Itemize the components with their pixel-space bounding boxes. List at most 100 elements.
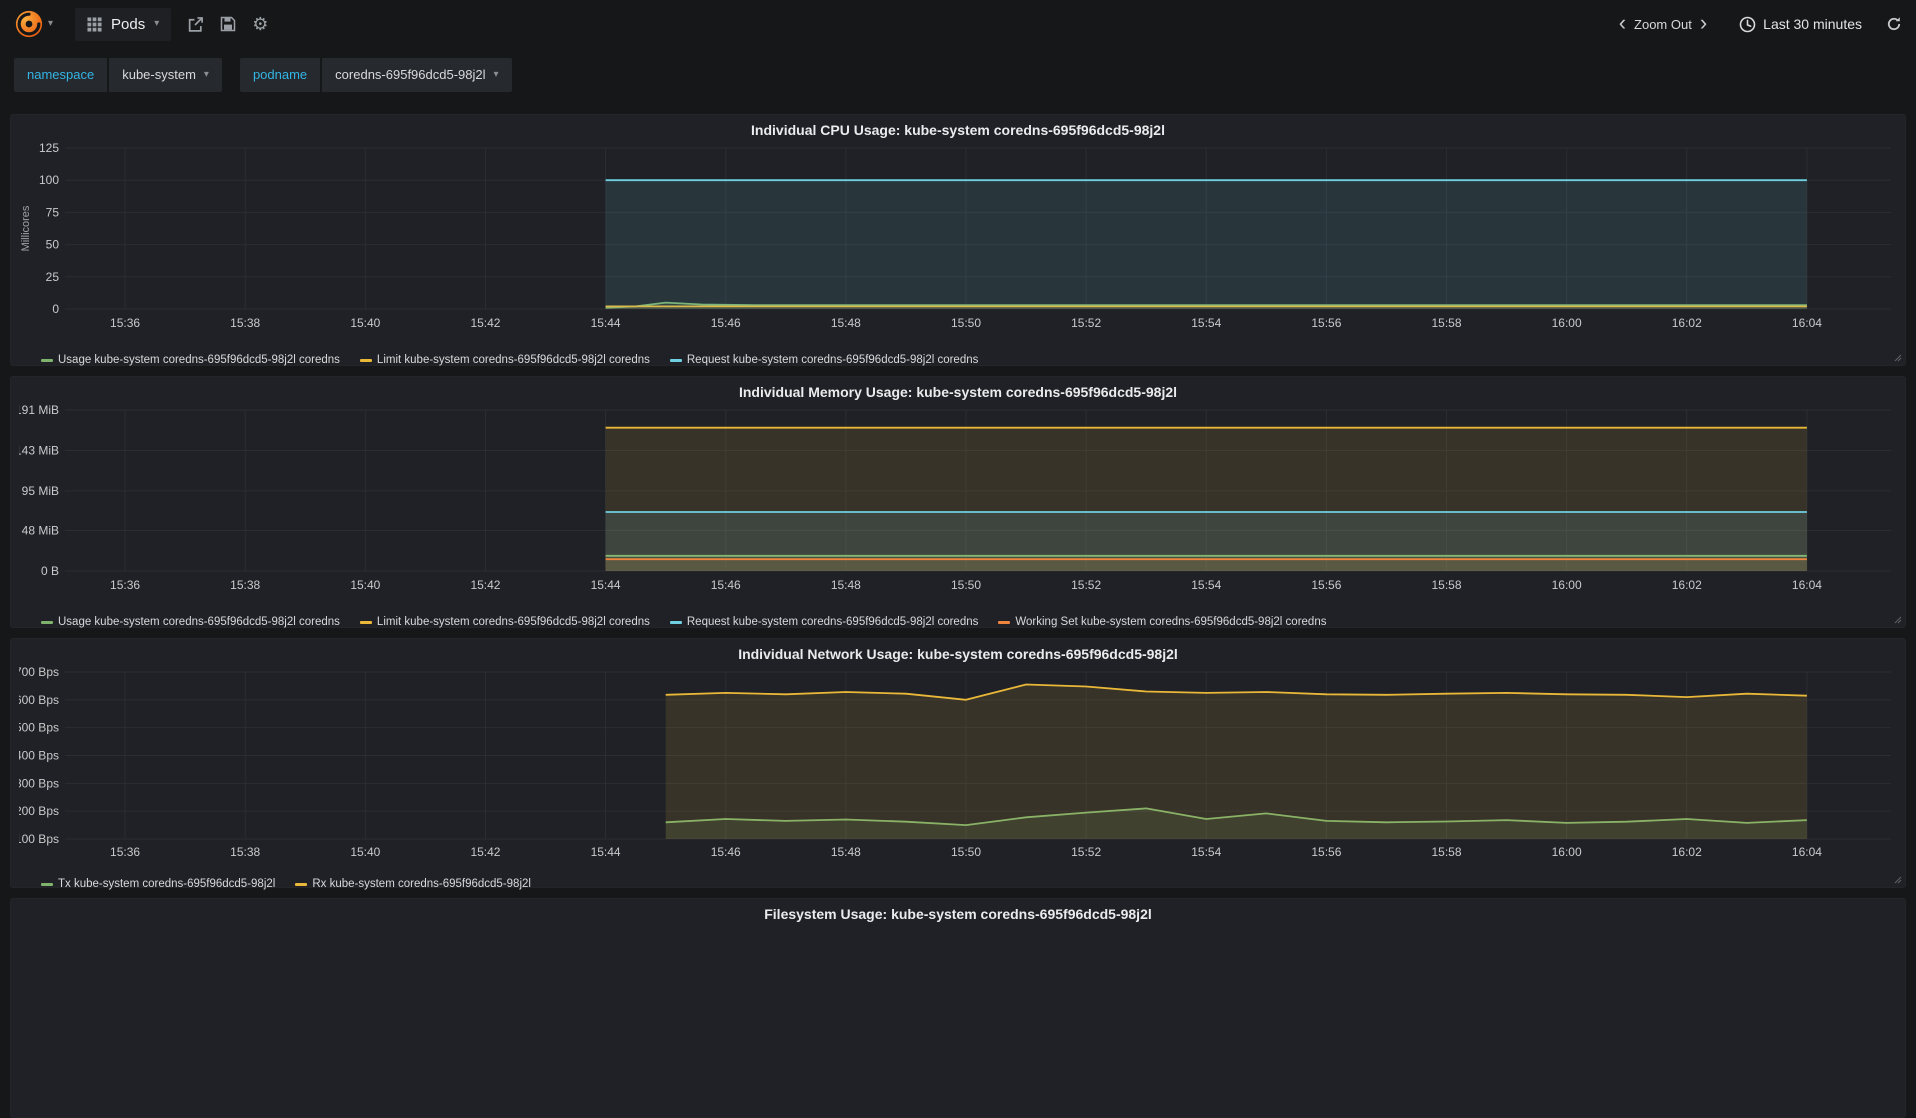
y-tick-label: 300 Bps: [19, 776, 59, 790]
panel-title[interactable]: Filesystem Usage: kube-system coredns-69…: [19, 901, 1897, 927]
legend-item[interactable]: Working Set kube-system coredns-695f96dc…: [998, 616, 1326, 628]
panel-network: Individual Network Usage: kube-system co…: [10, 638, 1906, 890]
x-tick-label: 15:40: [350, 578, 380, 592]
legend-series-name: Request kube-system coredns-695f96dcd5-9…: [686, 616, 979, 628]
panel-resize-handle[interactable]: [1893, 615, 1902, 624]
dashboard-picker[interactable]: Pods ▾: [75, 7, 172, 41]
chevron-down-icon: ▾: [493, 69, 499, 80]
series-fill-2: [605, 180, 1807, 309]
y-tick-label: 500 Bps: [19, 721, 59, 735]
x-tick-label: 15:48: [831, 578, 861, 592]
x-tick-label: 16:02: [1672, 578, 1702, 592]
variable-namespace-value: kube-system: [122, 67, 196, 82]
memory-legend: Usage kube-system coredns-695f96dcd5-98j…: [41, 610, 1897, 634]
legend-item[interactable]: Request kube-system coredns-695f96dcd5-9…: [669, 616, 979, 628]
y-tick-label: 125: [39, 143, 59, 155]
time-shift-forward-button[interactable]: ›: [1694, 11, 1713, 34]
variable-podname-value: coredns-695f96dcd5-98j2l: [335, 67, 486, 82]
panel-filesystem: Filesystem Usage: kube-system coredns-69…: [10, 898, 1906, 1118]
network-usage-chart[interactable]: 15:36 15:38 15:40 15:42 15:44 15:46 15:48 15:50…: [15, 665, 1899, 867]
x-tick-label: 16:04: [1792, 316, 1822, 330]
legend-series-color: [41, 620, 53, 624]
x-tick-label: 16:04: [1792, 578, 1822, 592]
panel-resize-handle[interactable]: [1893, 353, 1902, 362]
time-range-label: Last 30 minutes: [1763, 16, 1862, 32]
x-tick-label: 15:46: [711, 578, 741, 592]
x-tick-label: 15:38: [230, 845, 260, 859]
legend-item[interactable]: Rx kube-system coredns-695f96dcd5-98j2l: [295, 878, 531, 890]
gear-icon: ⚙: [252, 14, 269, 34]
legend-item[interactable]: Tx kube-system coredns-695f96dcd5-98j2l: [41, 878, 275, 890]
x-tick-label: 15:52: [1071, 578, 1101, 592]
grafana-menu-button[interactable]: ▾: [14, 9, 53, 39]
x-tick-label: 16:00: [1552, 316, 1582, 330]
y-tick-label: 48 MiB: [22, 524, 59, 538]
x-tick-label: 15:38: [230, 578, 260, 592]
legend-series-color: [41, 358, 53, 362]
grafana-logo-icon: [15, 10, 43, 38]
x-tick-label: 15:46: [711, 316, 741, 330]
legend-item[interactable]: Usage kube-system coredns-695f96dcd5-98j…: [41, 616, 340, 628]
variable-podname-select[interactable]: coredns-695f96dcd5-98j2l ▾: [322, 58, 512, 92]
legend-series-color: [669, 358, 682, 362]
x-tick-label: 16:04: [1792, 845, 1822, 859]
legend-item[interactable]: Limit kube-system coredns-695f96dcd5-98j…: [359, 616, 650, 628]
panel-title[interactable]: Individual Network Usage: kube-system co…: [19, 641, 1897, 667]
panel-title[interactable]: Individual CPU Usage: kube-system coredn…: [19, 117, 1897, 143]
y-tick-label: 400 Bps: [19, 749, 59, 763]
settings-button[interactable]: ⚙: [252, 15, 268, 33]
series-fill-3: [605, 559, 1807, 571]
dashboard-body: Individual CPU Usage: kube-system coredn…: [0, 102, 1916, 1118]
x-tick-label: 15:56: [1311, 316, 1341, 330]
x-tick-label: 15:54: [1191, 845, 1221, 859]
time-shift-back-button[interactable]: ‹: [1613, 11, 1632, 34]
dashboard-grid-icon: [87, 16, 102, 32]
legend-series-color: [295, 882, 308, 886]
legend-item[interactable]: Usage kube-system coredns-695f96dcd5-98j…: [41, 354, 340, 366]
variable-podname-label: podname: [239, 58, 321, 92]
x-tick-label: 15:42: [470, 578, 500, 592]
x-tick-label: 15:42: [470, 845, 500, 859]
chevron-down-icon: ▾: [154, 18, 160, 29]
memory-usage-chart[interactable]: 15:36 15:38 15:40 15:42 15:44 15:46 15:48 15:50…: [15, 403, 1899, 605]
panel-resize-handle[interactable]: [1893, 875, 1902, 884]
x-tick-label: 15:54: [1191, 578, 1221, 592]
x-tick-label: 15:36: [110, 316, 140, 330]
x-tick-label: 15:54: [1191, 316, 1221, 330]
panel-title[interactable]: Individual Memory Usage: kube-system cor…: [19, 379, 1897, 405]
x-tick-label: 15:48: [831, 845, 861, 859]
x-tick-label: 15:50: [951, 845, 981, 859]
y-tick-label: 191 MiB: [19, 405, 59, 417]
y-tick-label: 100 Bps: [19, 832, 59, 846]
legend-item[interactable]: Limit kube-system coredns-695f96dcd5-98j…: [359, 354, 650, 366]
legend-series-name: Limit kube-system coredns-695f96dcd5-98j…: [376, 354, 650, 366]
zoom-out-button[interactable]: Zoom Out: [1632, 17, 1694, 32]
refresh-button[interactable]: [1886, 16, 1902, 32]
x-tick-label: 15:58: [1431, 578, 1461, 592]
y-axis-title: Millicores: [20, 205, 32, 251]
legend-series-color: [998, 620, 1011, 624]
x-tick-label: 15:52: [1071, 316, 1101, 330]
legend-item[interactable]: Request kube-system coredns-695f96dcd5-9…: [669, 354, 978, 366]
legend-series-name: Limit kube-system coredns-695f96dcd5-98j…: [376, 616, 650, 628]
x-tick-label: 15:58: [1431, 316, 1461, 330]
chevron-down-icon: ▾: [48, 18, 54, 29]
share-button[interactable]: [187, 16, 204, 33]
x-tick-label: 15:44: [591, 316, 621, 330]
dashboard-title: Pods: [111, 15, 146, 33]
cpu-legend: Usage kube-system coredns-695f96dcd5-98j…: [41, 348, 1897, 372]
share-icon: [189, 16, 204, 32]
template-variables-bar: namespace kube-system ▾ podname coredns-…: [0, 48, 1916, 102]
legend-series-name: Usage kube-system coredns-695f96dcd5-98j…: [58, 354, 340, 366]
save-button[interactable]: [220, 16, 236, 32]
network-legend: Tx kube-system coredns-695f96dcd5-98j2l R…: [41, 872, 1897, 896]
cpu-usage-chart[interactable]: 15:36 15:38 15:40 15:42 15:44 15:46 15:48 15:50…: [19, 141, 1899, 343]
variable-namespace: namespace kube-system ▾: [14, 58, 222, 92]
panel-memory: Individual Memory Usage: kube-system cor…: [10, 376, 1906, 628]
legend-series-color: [359, 620, 372, 624]
variable-namespace-select[interactable]: kube-system ▾: [109, 58, 222, 92]
time-range-picker[interactable]: Last 30 minutes: [1739, 16, 1862, 33]
legend-series-color: [41, 882, 53, 886]
x-tick-label: 15:56: [1311, 845, 1341, 859]
y-tick-label: 50: [46, 238, 60, 252]
